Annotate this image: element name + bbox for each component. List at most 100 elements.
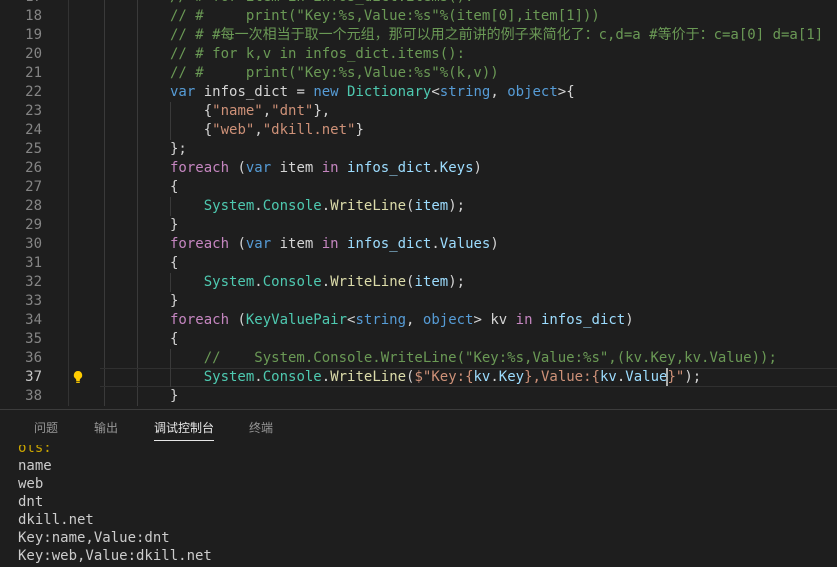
tab-debug-console[interactable]: 调试控制台 [154, 420, 214, 436]
code-line[interactable]: } [170, 292, 837, 311]
code-token-plain: . [431, 235, 440, 252]
code-token-plain: infos_dict = [195, 83, 314, 100]
code-token-type: Console [262, 197, 322, 214]
console-output-line: Key:web,Value:dkill.net [18, 548, 212, 564]
code-token-variable: kv [473, 368, 491, 385]
code-line[interactable]: } [170, 216, 837, 235]
code-line[interactable]: } [170, 387, 837, 406]
code-token-plain: , [490, 83, 508, 100]
console-output-line: ols: [18, 445, 52, 456]
debug-console-output[interactable]: ols: name web dnt dkill.net Key:name,Value:dn… [0, 445, 837, 567]
line-number: 27 [25, 178, 42, 195]
tab-terminal[interactable]: 终端 [249, 420, 273, 436]
code-token-string: "name" [212, 102, 263, 119]
code-token-plain: . [254, 368, 263, 385]
line-number: 37 [25, 368, 42, 385]
code-token-control: foreach [170, 159, 230, 176]
code-line[interactable]: {"name","dnt"}, [170, 102, 837, 121]
code-line[interactable]: System.Console.WriteLine(item); [170, 273, 837, 292]
indent-guide [104, 0, 105, 406]
code-line[interactable]: // # print("Key:%s,Value:%s"%(k,v)) [170, 64, 837, 83]
code-line[interactable]: System.Console.WriteLine($"Key:{kv.Key},… [170, 367, 837, 387]
line-number: 36 [25, 349, 42, 366]
code-token-keyword: string [439, 83, 491, 100]
code-token-type: System [203, 368, 255, 385]
indent-guide [137, 0, 138, 406]
code-token-variable: infos_dict [347, 159, 432, 176]
code-token-plain: . [490, 368, 499, 385]
code-token-plain: }, [313, 102, 331, 119]
lightbulb-icon[interactable] [72, 369, 84, 383]
code-token-plain: }; [170, 140, 187, 157]
code-token-type: Console [262, 273, 322, 290]
tab-output[interactable]: 输出 [94, 420, 118, 436]
tab-problems[interactable]: 问题 [34, 420, 58, 436]
code-token-plain: . [321, 368, 331, 385]
code-token-comment: // System.Console.WriteLine("Key:%s,Valu… [203, 349, 777, 366]
code-token-control: foreach [170, 311, 230, 328]
code-line[interactable]: }; [170, 140, 837, 159]
code-line[interactable]: foreach (var item in infos_dict.Keys) [170, 159, 837, 178]
code-line[interactable]: {"web","dkill.net"} [170, 121, 837, 140]
code-line[interactable]: { [170, 330, 837, 349]
code-line[interactable]: foreach (var item in infos_dict.Values) [170, 235, 837, 254]
code-token-control: in [321, 235, 339, 252]
code-token-plain: ( [229, 235, 246, 252]
line-number: 24 [25, 121, 42, 138]
code-token-string: } [524, 368, 533, 385]
code-token-plain: > kv [473, 311, 516, 328]
code-token-function: WriteLine [330, 368, 407, 385]
code-token-control: in [321, 159, 339, 176]
code-token-keyword: new [313, 83, 339, 100]
code-line[interactable]: foreach (KeyValuePair<string, object> kv… [170, 311, 837, 330]
code-line[interactable]: { [170, 178, 837, 197]
code-token-keyword: var [245, 235, 272, 252]
code-editor: 1718192021222324252627282930313233343536… [0, 0, 837, 409]
bottom-panel: 问题 输出 调试控制台 终端 ols: name web dnt dkill.net Ke… [0, 409, 837, 567]
code-token-string: ,Value: [532, 368, 592, 385]
code-token-plain: ) [473, 159, 482, 176]
console-output-line: Key:name,Value:dnt [18, 530, 170, 546]
active-tab-indicator [154, 440, 214, 441]
code-token-type: System [203, 197, 255, 214]
code-token-plain: item [271, 235, 322, 252]
code-line[interactable]: { [170, 254, 837, 273]
code-token-string: { [591, 368, 600, 385]
code-token-string: "dnt" [271, 102, 314, 119]
code-line[interactable]: // # print("Key:%s,Value:%s"%(item[0],it… [170, 7, 837, 26]
code-token-comment: // # #每一次相当于取一个元组，那可以用之前讲的例子来简化了：c,d=a #… [170, 26, 824, 43]
code-token-keyword: object [507, 83, 558, 100]
code-token-variable: Value [625, 368, 668, 385]
code-token-variable: kv [599, 368, 617, 385]
code-token-plain: { [170, 121, 213, 138]
code-token-plain: , [406, 311, 423, 328]
code-line[interactable]: // # #每一次相当于取一个元组，那可以用之前讲的例子来简化了：c,d=a #… [170, 26, 837, 45]
line-number: 18 [25, 7, 42, 24]
code-token-plain: ) [490, 235, 499, 252]
code-token-plain: ) [625, 311, 634, 328]
code-token-variable: item [414, 197, 449, 214]
code-token-control: in [515, 311, 533, 328]
code-token-plain: item [271, 159, 322, 176]
line-number: 30 [25, 235, 42, 252]
console-output-line: dkill.net [18, 512, 94, 528]
line-number: 20 [25, 45, 42, 62]
code-token-plain: ( [229, 159, 246, 176]
code-token-plain: { [170, 102, 213, 119]
code-token-plain: ( [229, 311, 246, 328]
code-token-plain: . [254, 273, 263, 290]
code-token-plain: ); [684, 368, 702, 385]
code-line[interactable]: var infos_dict = new Dictionary<string, … [170, 83, 837, 102]
code-line[interactable]: // # for k,v in infos_dict.items(): [170, 45, 837, 64]
console-output-line: web [18, 476, 44, 492]
line-number: 32 [25, 273, 42, 290]
code-token-keyword: var [245, 159, 272, 176]
code-line[interactable]: // System.Console.WriteLine("Key:%s,Valu… [170, 349, 837, 368]
code-line[interactable]: System.Console.WriteLine(item); [170, 197, 837, 216]
